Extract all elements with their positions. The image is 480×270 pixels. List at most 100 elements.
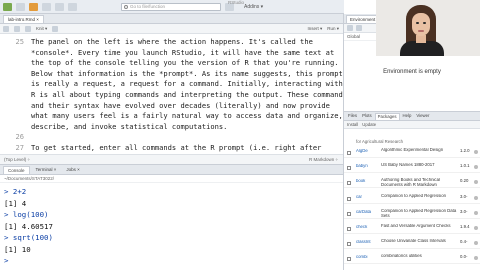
package-version: 0.20 bbox=[460, 179, 469, 184]
save-all-icon[interactable] bbox=[55, 2, 64, 11]
line-text: what many users feel is a fairly natural… bbox=[31, 111, 343, 121]
remove-package-icon[interactable] bbox=[474, 180, 478, 185]
remove-package-icon[interactable] bbox=[474, 210, 478, 215]
tab-console[interactable]: Console bbox=[3, 166, 30, 174]
editor-line[interactable]: and their syntax have evolved over decad… bbox=[0, 100, 343, 111]
tab-viewer[interactable]: Viewer bbox=[414, 113, 431, 120]
console-tab-bar: Console Terminal × Jobs × bbox=[0, 165, 343, 175]
line-text: *console*. Every time you launch RStudio… bbox=[31, 47, 335, 57]
knit-button[interactable]: Knit ▾ bbox=[36, 26, 47, 32]
package-name-link[interactable]: combi bbox=[356, 255, 380, 260]
console-output-line: [1] 10 bbox=[4, 244, 31, 254]
package-name-link[interactable]: AlgDe bbox=[356, 149, 380, 154]
package-load-checkbox[interactable] bbox=[347, 151, 351, 155]
go-to-file-search[interactable]: Go to file/function bbox=[121, 2, 221, 11]
environment-empty-message: Environment is empty bbox=[383, 69, 441, 75]
editor-line[interactable]: 25 The panel on the left is where the act… bbox=[0, 36, 343, 47]
addins-menu[interactable]: Addins ▾ bbox=[244, 4, 263, 10]
package-name-link[interactable]: check bbox=[356, 225, 380, 230]
editor-line[interactable]: the top of the console telling you the v… bbox=[0, 57, 343, 68]
remove-package-icon[interactable] bbox=[474, 256, 478, 261]
file-type-indicator[interactable]: R Markdown ÷ bbox=[309, 155, 338, 164]
console-output[interactable]: > 2+2 [1] 4 > log(100) [1] 4.60517 > sqrt(10… bbox=[0, 184, 343, 270]
package-load-checkbox[interactable] bbox=[347, 166, 351, 171]
package-row[interactable]: babyn US Baby Names 1880-2017 1.0.1 bbox=[344, 163, 480, 174]
line-text: R is all about typing commands and inter… bbox=[31, 90, 343, 99]
tab-terminal[interactable]: Terminal × bbox=[32, 166, 61, 174]
working-directory-path[interactable]: ~/Documents/STAT3022/ bbox=[0, 175, 343, 183]
line-text: is really a request, a request for a com… bbox=[31, 79, 343, 89]
editor-line[interactable]: Below that information is the *prompt*. … bbox=[0, 68, 343, 79]
tab-plots[interactable]: Plots bbox=[360, 113, 374, 120]
package-name-link[interactable]: babyn bbox=[356, 164, 380, 169]
package-name-link[interactable]: book bbox=[356, 179, 380, 184]
forward-icon[interactable] bbox=[14, 25, 20, 32]
scope-indicator[interactable]: (Top Level) ÷ bbox=[4, 157, 30, 162]
package-description: US Baby Names 1880-2017 bbox=[381, 163, 435, 168]
back-icon[interactable] bbox=[3, 25, 9, 32]
console-input-line: > sqrt(100) bbox=[4, 233, 53, 242]
package-load-checkbox[interactable] bbox=[347, 257, 351, 262]
editor-line[interactable]: *console*. Every time you launch RStudio… bbox=[0, 47, 343, 58]
remove-package-icon[interactable] bbox=[474, 165, 478, 170]
remove-package-icon[interactable] bbox=[474, 241, 478, 246]
package-name-link[interactable]: car bbox=[356, 195, 380, 200]
package-description: Companion to Applied Regression Data Set… bbox=[381, 208, 457, 218]
package-load-checkbox[interactable] bbox=[347, 211, 351, 216]
package-row[interactable]: AlgDe Algorithmic Experimental Design 1.2.… bbox=[344, 148, 480, 158]
editor-line[interactable]: 26 bbox=[0, 131, 343, 142]
insert-chunk-button[interactable]: Insert ▾ bbox=[307, 26, 322, 32]
tab-environment[interactable]: Environment bbox=[346, 15, 380, 23]
editor-line[interactable]: describe, and invoke statistical computa… bbox=[0, 121, 343, 132]
new-project-icon[interactable] bbox=[16, 2, 25, 11]
remove-package-icon[interactable] bbox=[474, 226, 478, 230]
editor-line[interactable]: is really a request, a request for a com… bbox=[0, 78, 343, 89]
editor-line[interactable]: what many users feel is a fairly natural… bbox=[0, 110, 343, 121]
line-text: the top of the console telling you the v… bbox=[31, 58, 339, 68]
package-load-checkbox[interactable] bbox=[347, 196, 351, 201]
install-button[interactable]: Install bbox=[347, 121, 358, 128]
new-file-icon[interactable] bbox=[3, 2, 12, 11]
package-row[interactable]: carData Companion to Applied Regression D… bbox=[344, 209, 480, 219]
package-row[interactable]: classInt Choose Univariate Class Interval… bbox=[344, 239, 480, 250]
editor-tab-lab-intro[interactable]: lab-intro.Rmd × bbox=[3, 15, 44, 23]
package-version: 3.0- bbox=[460, 194, 468, 199]
save-file-icon[interactable] bbox=[25, 25, 31, 32]
presenter-eye-right bbox=[423, 22, 426, 24]
package-load-checkbox[interactable] bbox=[347, 181, 351, 186]
editor-status-bar: (Top Level) ÷ R Markdown ÷ bbox=[0, 154, 343, 164]
editor-line[interactable]: R is all about typing commands and inter… bbox=[0, 89, 343, 100]
save-workspace-icon[interactable] bbox=[356, 25, 362, 31]
package-version: 1.9.4 bbox=[460, 225, 470, 229]
package-description: Authoring Books and Technical Documents … bbox=[381, 178, 440, 188]
print-icon[interactable] bbox=[68, 2, 77, 11]
package-row[interactable]: check Fast and Versatile Argument Checks 1… bbox=[344, 224, 480, 234]
run-button[interactable]: Run ▾ bbox=[327, 26, 339, 32]
line-text: To get started, enter all commands at th… bbox=[31, 143, 322, 152]
tab-jobs[interactable]: Jobs × bbox=[62, 166, 83, 174]
package-name-link[interactable]: carData bbox=[356, 210, 380, 215]
package-version: 0.0- bbox=[460, 255, 468, 260]
package-load-checkbox[interactable] bbox=[347, 227, 351, 231]
update-button[interactable]: Update bbox=[362, 121, 376, 128]
package-load-checkbox[interactable] bbox=[347, 242, 351, 247]
tab-packages[interactable]: Packages bbox=[374, 113, 400, 120]
package-row[interactable]: car Companion to Applied Regression 3.0- bbox=[344, 194, 480, 204]
tab-files[interactable]: Files bbox=[346, 113, 359, 120]
editor-text-area[interactable]: 25 The panel on the left is where the act… bbox=[0, 35, 343, 153]
remove-package-icon[interactable] bbox=[474, 195, 478, 200]
remove-package-icon[interactable] bbox=[474, 150, 478, 154]
settings-gear-icon[interactable] bbox=[52, 25, 59, 32]
editor-line[interactable]: 27 To get started, enter all commands at … bbox=[0, 142, 343, 153]
tab-help[interactable]: Help bbox=[401, 113, 414, 120]
save-icon[interactable] bbox=[42, 2, 51, 11]
package-description: Companion to Applied Regression bbox=[381, 193, 446, 198]
package-row[interactable]: book Authoring Books and Technical Docume… bbox=[344, 178, 480, 189]
package-name-link[interactable]: classInt bbox=[356, 240, 380, 245]
open-file-icon[interactable] bbox=[29, 2, 38, 11]
packages-toolbar: Install Update bbox=[344, 121, 480, 129]
editor-toolbar: Knit ▾ Insert ▾ Run ▾ bbox=[0, 24, 343, 34]
open-icon[interactable] bbox=[347, 25, 353, 31]
package-row[interactable]: combi combinatorics utilities 0.0- bbox=[344, 254, 480, 265]
package-description: Algorithmic Experimental Design bbox=[381, 148, 444, 152]
